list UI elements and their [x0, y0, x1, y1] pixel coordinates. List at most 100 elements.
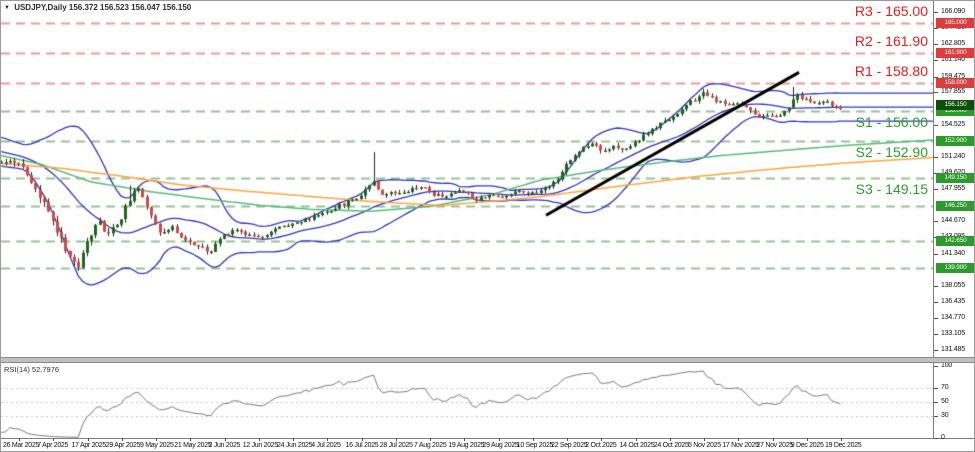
rsi-tick-mark — [934, 416, 938, 417]
sr-price-tag: 149.150 — [936, 172, 974, 183]
date-tick-label: 14 Oct 2025 — [619, 442, 655, 449]
sr-price-tag: 152.900 — [936, 135, 974, 146]
date-tick-label: 19 Aug 2025 — [448, 442, 485, 449]
price-tick-label: 162.805 — [941, 39, 965, 47]
price-tick-mark — [934, 60, 938, 61]
rsi-tick-mark — [934, 402, 938, 403]
price-tick-mark — [934, 189, 938, 190]
date-tick-mark — [19, 438, 20, 441]
symbol-title: ▼ USDJPY,Daily 156.372 156.523 156.047 1… — [4, 3, 191, 12]
price-tick-mark — [934, 125, 938, 126]
date-tick-mark — [361, 438, 363, 441]
rsi-tick-label: 30 — [941, 412, 949, 420]
price-tick-label: 138.055 — [941, 282, 965, 290]
sr-price-tag: 158.800 — [936, 78, 974, 89]
date-tick-label: 16 Jul 2025 — [345, 442, 379, 449]
date-tick-label: 10 Sep 2025 — [516, 442, 554, 449]
date-tick-label: 2 Oct 2025 — [585, 442, 617, 449]
price-tick-label: 131.485 — [941, 346, 965, 354]
price-tick-mark — [934, 318, 938, 319]
price-tick-mark — [934, 302, 938, 303]
price-tick-label: 133.105 — [941, 330, 965, 338]
price-tick-mark — [934, 350, 938, 351]
date-tick-label: 29 Aug 2025 — [482, 442, 519, 449]
symbol-label: USDJPY,Daily — [14, 3, 67, 12]
price-tick-label: 141.340 — [941, 249, 965, 257]
date-tick-mark — [327, 438, 329, 441]
panel-separator[interactable] — [1, 357, 974, 363]
date-tick-mark — [464, 438, 466, 441]
rsi-indicator-canvas[interactable] — [1, 363, 933, 438]
price-tick-mark — [934, 157, 938, 158]
sr-label-s2: S2 - 152.90 — [855, 143, 928, 160]
date-tick-label: 5 Nov 2025 — [688, 442, 721, 449]
date-tick-mark — [635, 438, 637, 441]
price-tick-mark — [934, 286, 938, 287]
date-tick-label: 2 Jun 2025 — [208, 442, 241, 449]
date-tick-mark — [156, 438, 157, 441]
date-tick-label: 24 Jun 2025 — [277, 442, 313, 449]
price-tick-label: 151.240 — [941, 153, 965, 161]
price-tick-label: 134.770 — [941, 314, 965, 322]
date-tick-mark — [738, 438, 740, 441]
price-tick-label: 147.955 — [941, 185, 965, 193]
date-tick-mark — [532, 438, 534, 441]
date-tick-mark — [190, 438, 192, 441]
sr-price-tag: 139.900 — [936, 263, 974, 273]
date-tick-mark — [87, 438, 89, 441]
rsi-tick-label: 70 — [941, 383, 949, 391]
price-tick-label: 166.090 — [941, 7, 965, 15]
sr-label-r3: R3 - 165.00 — [854, 2, 928, 19]
price-tick-mark — [934, 254, 938, 255]
date-tick-label: 12 Jun 2025 — [242, 442, 279, 449]
price-tick-mark — [934, 12, 938, 13]
price-tick-mark — [934, 92, 938, 93]
rsi-tick-mark — [934, 388, 938, 389]
date-tick-mark — [567, 438, 568, 441]
date-tick-label: 4 Jul 2025 — [311, 442, 341, 449]
date-tick-mark — [669, 438, 671, 441]
main-chart-canvas[interactable] — [1, 1, 933, 357]
date-tick-label: 28 Jul 2025 — [379, 442, 413, 449]
price-axis[interactable]: 166.090 164.425 162.805 161.140 159.475 157.8… — [933, 1, 974, 441]
date-tick-label: 7 Apr 2025 — [37, 442, 69, 449]
date-tick-label: 9 Dec 2025 — [790, 442, 824, 449]
rsi-indicator-label: RSI(14) 52.7976 — [4, 365, 60, 374]
date-tick-label: 29 Apr 2025 — [105, 442, 141, 449]
date-tick-label: 19 Dec 2025 — [825, 442, 862, 449]
date-tick-label: 9 May 2025 — [140, 442, 174, 449]
price-tick-label: 144.670 — [941, 217, 965, 225]
current-price-tag: 156.150 — [936, 100, 974, 111]
sr-label-r1: R1 - 158.80 — [854, 63, 928, 80]
date-tick-label: 17 Nov 2025 — [722, 442, 759, 449]
ohlc-values: 156.372 156.523 156.047 156.150 — [68, 3, 192, 12]
rsi-tick-mark — [934, 366, 938, 367]
sr-label-s3: S3 - 149.15 — [855, 180, 928, 197]
date-tick-mark — [498, 438, 500, 441]
date-tick-label: 21 May 2025 — [174, 442, 212, 449]
rsi-tick-label: 50 — [941, 398, 949, 405]
date-tick-mark — [430, 438, 431, 441]
rsi-tick-mark — [934, 438, 938, 439]
price-tick-label: 154.525 — [941, 120, 965, 128]
date-tick-label: 27 Nov 2025 — [756, 442, 794, 449]
price-tick-label: 136.435 — [941, 297, 965, 305]
date-tick-mark — [601, 438, 603, 441]
date-tick-mark — [121, 438, 123, 441]
date-axis[interactable]: 26 Mar 2025 7 Apr 2025 17 Apr 2025 29 Apr 2… — [1, 438, 974, 451]
date-tick-mark — [395, 438, 397, 441]
date-tick-mark — [806, 438, 808, 441]
date-tick-label: 7 Aug 2025 — [414, 442, 447, 449]
sr-price-tag: 161.900 — [936, 47, 974, 58]
date-tick-mark — [841, 438, 842, 441]
sr-label-r2: R2 - 161.90 — [854, 32, 928, 49]
price-tick-label: 157.855 — [941, 88, 965, 96]
price-tick-mark — [934, 334, 938, 335]
sr-price-tag: 142.650 — [936, 236, 974, 247]
dropdown-arrow-icon[interactable]: ▼ — [4, 5, 10, 11]
date-tick-mark — [293, 438, 294, 441]
rsi-tick-label: 100 — [941, 362, 953, 369]
date-tick-label: 17 Apr 2025 — [71, 442, 107, 449]
date-tick-mark — [704, 438, 705, 441]
date-tick-mark — [772, 438, 774, 441]
